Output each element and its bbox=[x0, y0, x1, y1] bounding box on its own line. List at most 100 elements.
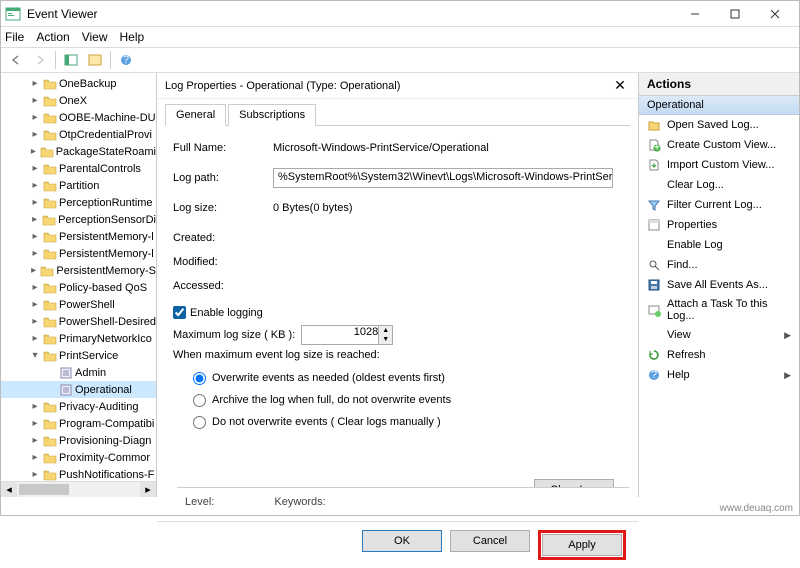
chevron-right-icon: ▶ bbox=[784, 330, 791, 341]
expand-icon[interactable]: ▸ bbox=[29, 401, 41, 412]
action-clear-log[interactable]: Clear Log... bbox=[639, 175, 799, 195]
expand-icon[interactable]: ▸ bbox=[29, 78, 41, 89]
tree-node[interactable]: ▸PowerShell bbox=[1, 296, 156, 313]
tree-node[interactable]: ▸PackageStateRoami bbox=[1, 143, 156, 160]
expand-icon[interactable]: ▸ bbox=[29, 231, 41, 242]
apply-button[interactable]: Apply bbox=[542, 534, 622, 556]
menu-bar: File Action View Help bbox=[1, 27, 799, 47]
tree-node[interactable]: ▸Privacy-Auditing bbox=[1, 398, 156, 415]
tree-node[interactable]: ▸PerceptionSensorDi bbox=[1, 211, 156, 228]
spinner-down-icon[interactable]: ▼ bbox=[379, 335, 392, 344]
expand-icon[interactable]: ▸ bbox=[29, 452, 41, 463]
window-title: Event Viewer bbox=[27, 7, 675, 21]
action-filter-current-log[interactable]: Filter Current Log... bbox=[639, 195, 799, 215]
cancel-button[interactable]: Cancel bbox=[450, 530, 530, 552]
folder-icon bbox=[43, 129, 57, 141]
action-help[interactable]: ?Help▶ bbox=[639, 365, 799, 385]
help-icon: ? bbox=[647, 368, 661, 382]
help-button[interactable]: ? bbox=[115, 50, 137, 70]
expand-icon[interactable]: ▸ bbox=[29, 163, 41, 174]
back-button[interactable] bbox=[5, 50, 27, 70]
tree-node[interactable]: ▸Policy-based QoS bbox=[1, 279, 156, 296]
expand-icon[interactable]: ▸ bbox=[29, 146, 38, 157]
details-pane: Level: Keywords: bbox=[177, 487, 629, 515]
expand-icon[interactable]: ▸ bbox=[29, 333, 41, 344]
expand-icon[interactable]: ▸ bbox=[29, 265, 38, 276]
ok-button[interactable]: OK bbox=[362, 530, 442, 552]
tree-pane: ▸OneBackup▸OneX▸OOBE-Machine-DU▸OtpCrede… bbox=[1, 73, 157, 497]
tree-node[interactable]: ▸PersistentMemory-S bbox=[1, 262, 156, 279]
dialog-title: Log Properties - Operational (Type: Oper… bbox=[165, 80, 400, 92]
expand-icon[interactable]: ▾ bbox=[29, 350, 41, 361]
radio-noclear[interactable]: Do not overwrite events ( Clear logs man… bbox=[193, 411, 622, 433]
expand-icon[interactable]: ▸ bbox=[29, 197, 41, 208]
close-button[interactable] bbox=[755, 2, 795, 26]
svg-text:?: ? bbox=[651, 369, 657, 381]
tree-node[interactable]: ▸Provisioning-Diagn bbox=[1, 432, 156, 449]
tree-h-scrollbar[interactable]: ◂▸ bbox=[1, 481, 156, 497]
logpath-input[interactable]: %SystemRoot%\System32\Winevt\Logs\Micros… bbox=[273, 168, 613, 188]
enable-logging-checkbox[interactable]: Enable logging bbox=[173, 306, 622, 319]
tree-node[interactable]: ▸PersistentMemory-l bbox=[1, 245, 156, 262]
expand-icon[interactable]: ▸ bbox=[29, 469, 41, 480]
tree-node[interactable]: Admin bbox=[1, 364, 156, 381]
folder-icon bbox=[43, 435, 57, 447]
menu-view[interactable]: View bbox=[82, 30, 108, 44]
action-save-all-events-as[interactable]: Save All Events As... bbox=[639, 275, 799, 295]
tree-node[interactable]: ▸Proximity-Commor bbox=[1, 449, 156, 466]
expand-icon[interactable]: ▸ bbox=[29, 112, 41, 123]
action-enable-log[interactable]: Enable Log bbox=[639, 235, 799, 255]
expand-icon[interactable]: ▸ bbox=[29, 299, 41, 310]
menu-action[interactable]: Action bbox=[36, 30, 69, 44]
tree-node[interactable]: ▸Partition bbox=[1, 177, 156, 194]
radio-overwrite[interactable]: Overwrite events as needed (oldest event… bbox=[193, 367, 622, 389]
dialog-close-icon[interactable]: ✕ bbox=[610, 76, 630, 96]
forward-button[interactable] bbox=[29, 50, 51, 70]
tree-node[interactable]: ▸OOBE-Machine-DU bbox=[1, 109, 156, 126]
tree-node[interactable]: ▾PrintService bbox=[1, 347, 156, 364]
action-properties[interactable]: Properties bbox=[639, 215, 799, 235]
expand-icon[interactable]: ▸ bbox=[29, 129, 41, 140]
menu-file[interactable]: File bbox=[5, 30, 24, 44]
expand-icon[interactable]: ▸ bbox=[29, 214, 40, 225]
action-find[interactable]: Find... bbox=[639, 255, 799, 275]
action-refresh[interactable]: Refresh bbox=[639, 345, 799, 365]
tree-node[interactable]: ▸PerceptionRuntime bbox=[1, 194, 156, 211]
expand-icon[interactable]: ▸ bbox=[29, 282, 41, 293]
tree-node[interactable]: ▸OtpCredentialProvi bbox=[1, 126, 156, 143]
action-attach-a-task-to-this-log[interactable]: Attach a Task To this Log... bbox=[639, 295, 799, 325]
expand-icon[interactable]: ▸ bbox=[29, 435, 41, 446]
tab-general[interactable]: General bbox=[165, 104, 226, 126]
maximize-button[interactable] bbox=[715, 2, 755, 26]
action-import-custom-view[interactable]: Import Custom View... bbox=[639, 155, 799, 175]
spinner-up-icon[interactable]: ▲ bbox=[379, 326, 392, 335]
tree-node[interactable]: ▸OneBackup bbox=[1, 75, 156, 92]
menu-help[interactable]: Help bbox=[120, 30, 145, 44]
tree-node[interactable]: ▸Program-Compatibi bbox=[1, 415, 156, 432]
folder-icon bbox=[43, 112, 57, 124]
tree-node[interactable]: ▸ParentalControls bbox=[1, 160, 156, 177]
action-view[interactable]: View▶ bbox=[639, 325, 799, 345]
properties-button[interactable] bbox=[84, 50, 106, 70]
action-open-saved-log[interactable]: Open Saved Log... bbox=[639, 115, 799, 135]
radio-archive[interactable]: Archive the log when full, do not overwr… bbox=[193, 389, 622, 411]
tree-node[interactable]: ▸PrimaryNetworkIco bbox=[1, 330, 156, 347]
log-icon bbox=[59, 384, 73, 396]
expand-icon[interactable]: ▸ bbox=[29, 418, 41, 429]
show-hide-button[interactable] bbox=[60, 50, 82, 70]
tree-node[interactable]: ▸OneX bbox=[1, 92, 156, 109]
minimize-button[interactable] bbox=[675, 2, 715, 26]
action-create-custom-view[interactable]: +Create Custom View... bbox=[639, 135, 799, 155]
log-properties-dialog: Log Properties - Operational (Type: Oper… bbox=[157, 73, 638, 497]
expand-icon[interactable]: ▸ bbox=[29, 180, 41, 191]
svg-text:?: ? bbox=[123, 54, 129, 66]
tree-node[interactable]: Operational bbox=[1, 381, 156, 398]
maxsize-spinner[interactable]: 1028▲▼ bbox=[301, 325, 393, 345]
tab-subscriptions[interactable]: Subscriptions bbox=[228, 104, 316, 126]
tree-node[interactable]: ▸PowerShell-Desired bbox=[1, 313, 156, 330]
expand-icon[interactable]: ▸ bbox=[29, 95, 41, 106]
tree-node[interactable]: ▸PersistentMemory-l bbox=[1, 228, 156, 245]
expand-icon[interactable]: ▸ bbox=[29, 316, 41, 327]
expand-icon[interactable]: ▸ bbox=[29, 248, 41, 259]
save-icon bbox=[647, 278, 661, 292]
